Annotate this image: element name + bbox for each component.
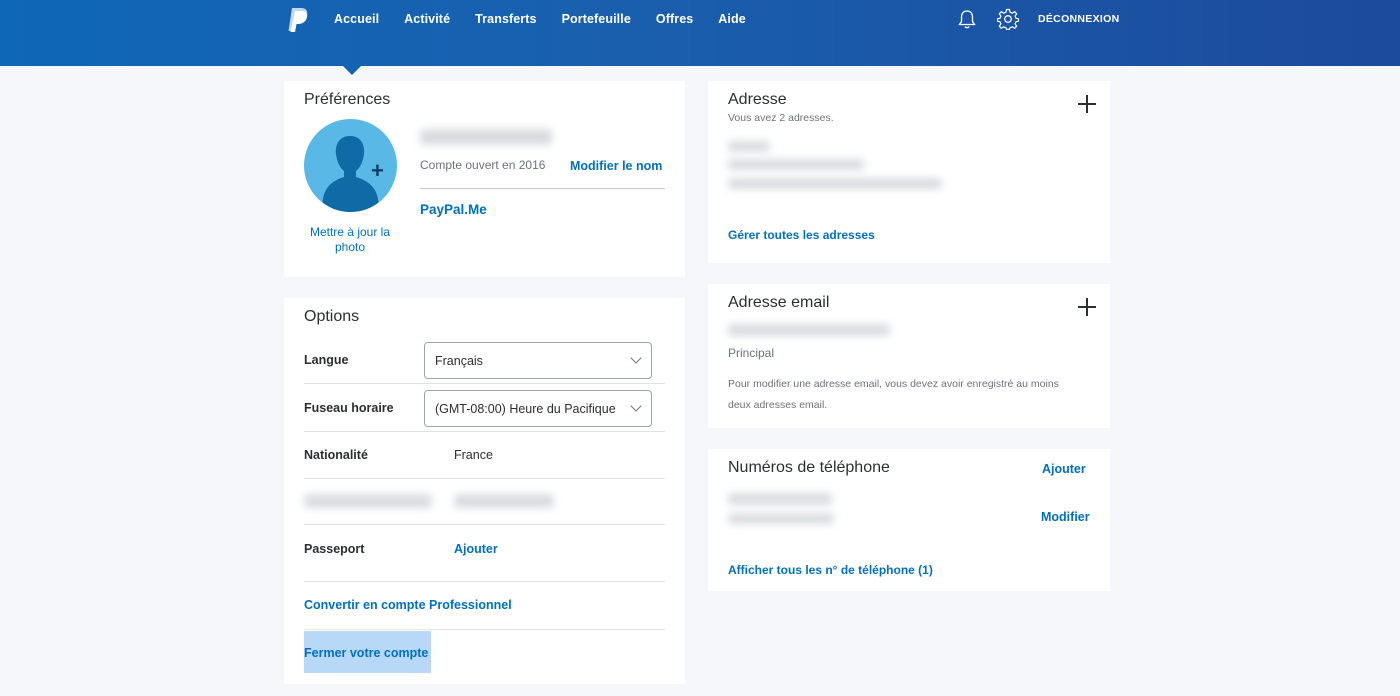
add-address-icon[interactable]: [1078, 95, 1096, 113]
chevron-down-icon: [630, 400, 642, 412]
timezone-value: (GMT-08:00) Heure du Pacifique: [435, 402, 616, 416]
paypal-logo[interactable]: [286, 7, 310, 33]
add-email-icon[interactable]: [1078, 298, 1096, 316]
logout-link[interactable]: DÉCONNEXION: [1038, 13, 1119, 25]
preferences-title: Préférences: [304, 91, 391, 108]
row-divider: [304, 478, 665, 479]
nav-offres[interactable]: Offres: [656, 11, 693, 27]
add-passport-link[interactable]: Ajouter: [454, 542, 498, 556]
nav-activite[interactable]: Activité: [404, 11, 450, 27]
edit-name-link[interactable]: Modifier le nom: [570, 159, 662, 173]
redacted-field-label: [304, 494, 432, 508]
nav-aide[interactable]: Aide: [718, 11, 746, 27]
gear-icon[interactable]: [997, 8, 1019, 30]
redacted-phone-label: [728, 493, 832, 505]
top-navigation-bar: Accueil Activité Transferts Portefeuille…: [0, 0, 1400, 66]
update-photo-link[interactable]: Mettre à jour la photo: [300, 225, 400, 255]
phone-title: Numéros de téléphone: [728, 459, 890, 476]
bell-icon[interactable]: [957, 9, 977, 30]
nationality-label: Nationalité: [304, 448, 368, 462]
profile-photo[interactable]: +: [304, 119, 397, 212]
close-account-link[interactable]: Fermer votre compte: [304, 631, 431, 673]
main-nav: Accueil Activité Transferts Portefeuille…: [334, 11, 771, 27]
redacted-address-line: [728, 159, 864, 170]
options-title: Options: [304, 308, 360, 325]
redacted-email-address: [728, 324, 890, 336]
redacted-address-line: [728, 178, 942, 189]
address-card: Adresse Vous avez 2 adresses. Gérer tout…: [708, 81, 1110, 263]
account-name-redacted: [420, 129, 552, 145]
row-divider: [304, 629, 665, 630]
paypal-me-link[interactable]: PayPal.Me: [420, 202, 487, 217]
preferences-divider: [420, 188, 665, 189]
active-nav-caret: [341, 64, 363, 75]
row-divider: [304, 524, 665, 525]
manage-addresses-link[interactable]: Gérer toutes les adresses: [728, 228, 875, 242]
passport-label: Passeport: [304, 542, 365, 556]
nav-transferts[interactable]: Transferts: [475, 11, 536, 27]
add-phone-link[interactable]: Ajouter: [1042, 462, 1086, 476]
timezone-label: Fuseau horaire: [304, 401, 394, 415]
language-select[interactable]: Français: [424, 342, 652, 379]
add-photo-icon: +: [371, 158, 384, 183]
email-title: Adresse email: [728, 294, 830, 311]
email-change-note: Pour modifier une adresse email, vous de…: [728, 378, 1059, 411]
address-title: Adresse: [728, 91, 787, 108]
chevron-down-icon: [630, 352, 642, 364]
row-divider: [304, 383, 665, 384]
row-divider: [304, 581, 665, 582]
account-opened-text: Compte ouvert en 2016: [420, 158, 546, 172]
convert-business-link[interactable]: Convertir en compte Professionnel: [304, 598, 512, 612]
edit-phone-link[interactable]: Modifier: [1041, 510, 1090, 524]
redacted-field-value: [454, 494, 554, 508]
address-count: Vous avez 2 adresses.: [728, 112, 834, 124]
email-card: Adresse email Principal Pour modifier un…: [708, 284, 1110, 428]
phone-card: Numéros de téléphone Ajouter Modifier Af…: [708, 449, 1110, 591]
timezone-select[interactable]: (GMT-08:00) Heure du Pacifique: [424, 390, 652, 427]
preferences-card: Préférences + Mettre à jour la photo Com…: [284, 81, 685, 277]
nationality-value: France: [454, 448, 493, 462]
primary-email-label: Principal: [728, 346, 775, 360]
options-card: Options Langue Français Fuseau horaire (…: [284, 298, 685, 684]
language-value: Français: [435, 354, 483, 368]
nav-portefeuille[interactable]: Portefeuille: [562, 11, 631, 27]
show-all-phones-link[interactable]: Afficher tous les n° de téléphone (1): [728, 563, 933, 577]
row-divider: [304, 431, 665, 432]
redacted-address-line: [728, 141, 770, 152]
redacted-phone-number: [728, 513, 834, 524]
nav-accueil[interactable]: Accueil: [334, 11, 379, 27]
language-label: Langue: [304, 353, 349, 367]
